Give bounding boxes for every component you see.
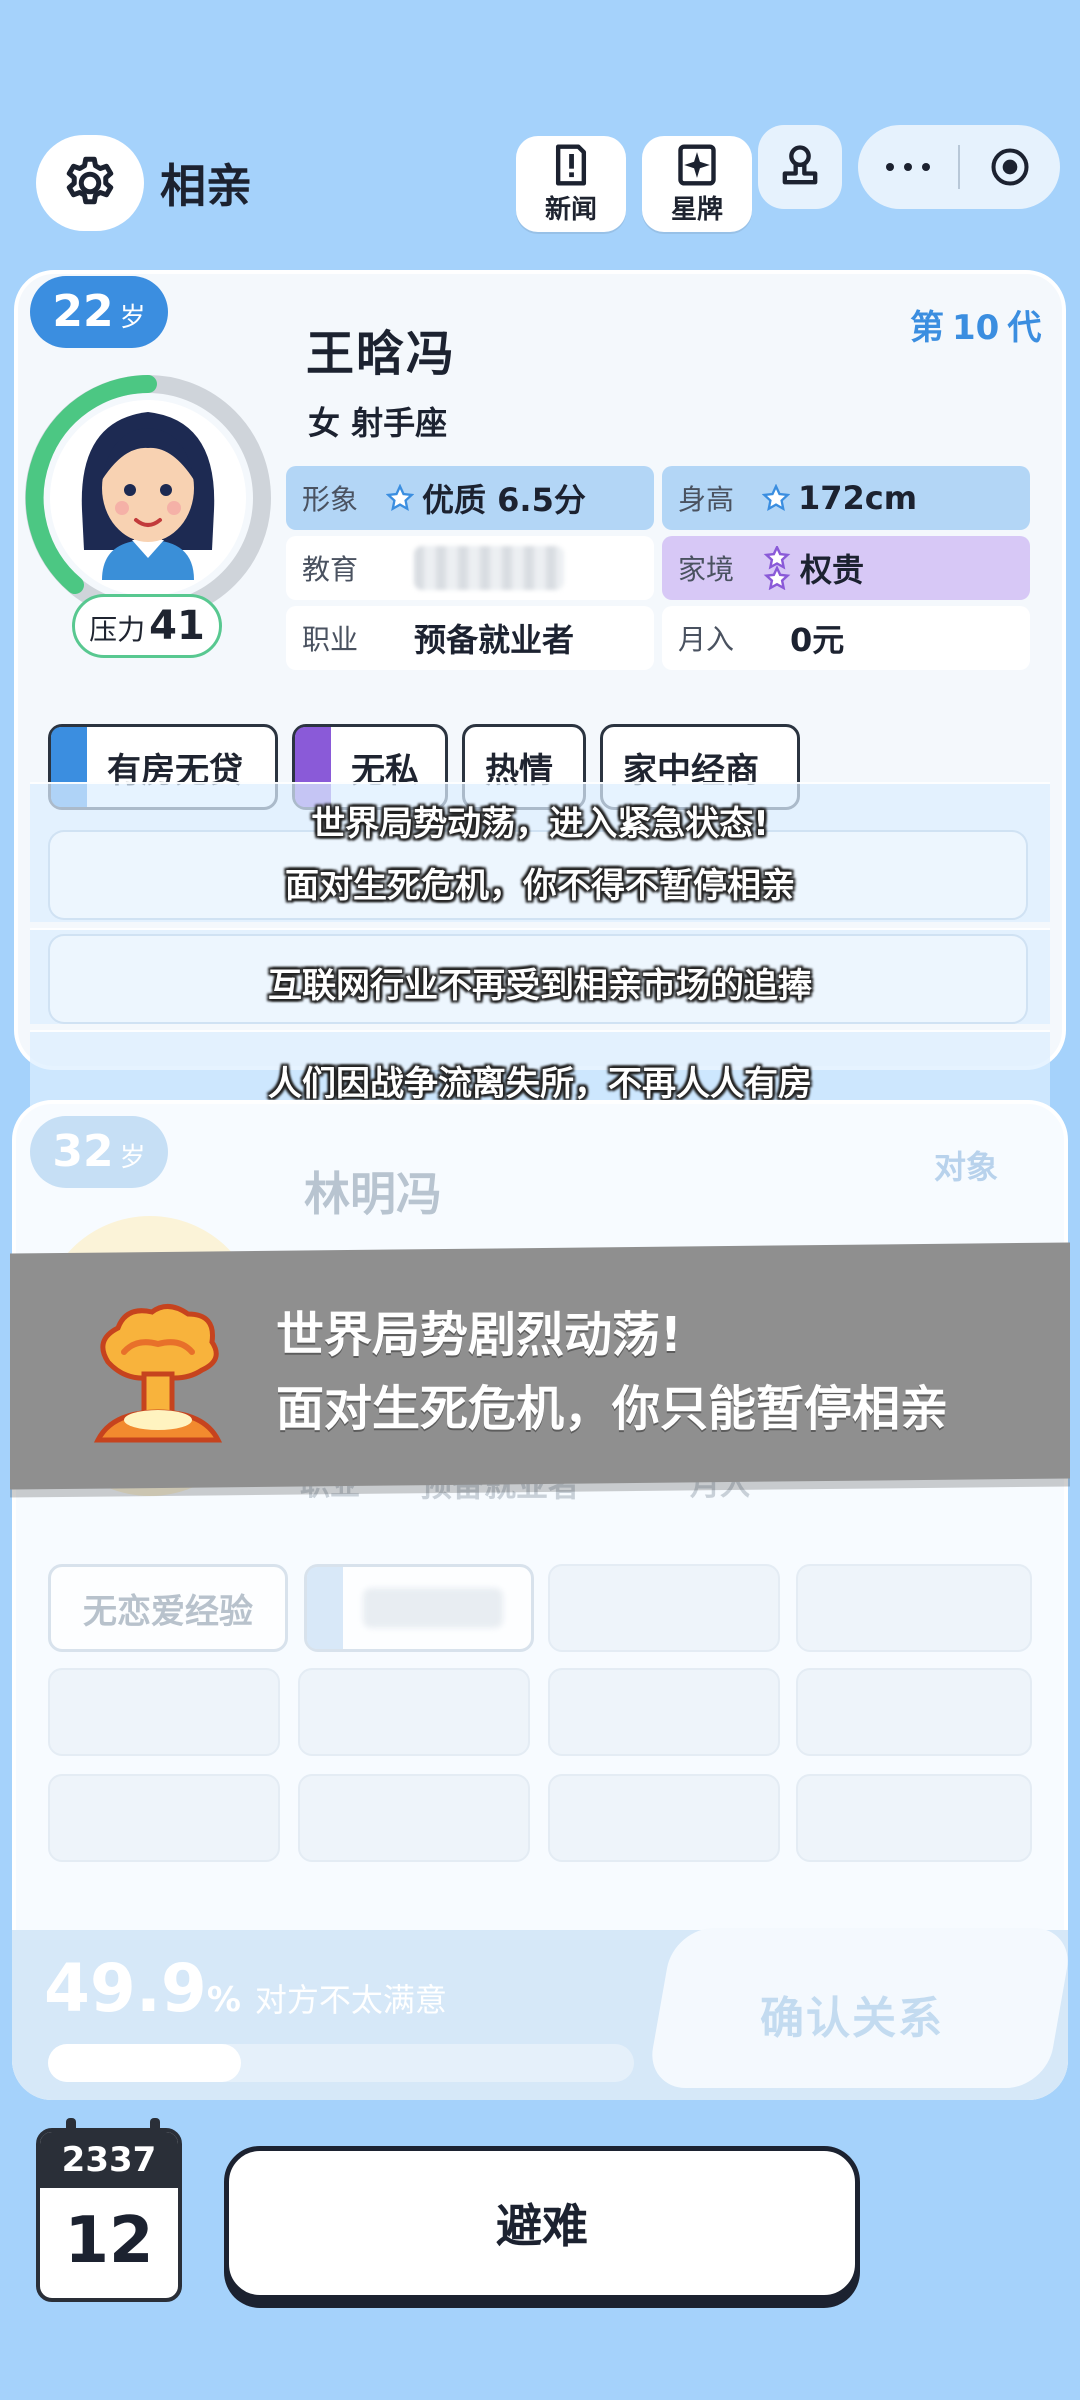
blurred-education-value — [414, 546, 564, 590]
settings-button[interactable] — [36, 135, 144, 231]
empty-tag-slot — [796, 1774, 1032, 1862]
match-percent-value: 49.9 — [44, 1950, 207, 2027]
star-icon — [386, 484, 414, 512]
partner-hidden-tag[interactable] — [304, 1564, 534, 1652]
star-icon — [762, 484, 790, 512]
more-dots-icon — [886, 163, 930, 171]
match-progress-fill — [48, 2044, 241, 2082]
more-button[interactable] — [858, 125, 958, 209]
news-label: 新闻 — [544, 194, 597, 225]
stat-income: 月入 0元 — [662, 606, 1030, 670]
age-value: 22 — [52, 286, 114, 337]
stat-label: 形象 — [302, 483, 359, 516]
match-percent-sign: % — [206, 1980, 241, 2020]
match-status: 对方不太满意 — [254, 1981, 447, 2019]
double-star-icon — [763, 546, 791, 590]
partner-trait-tag[interactable]: 无恋爱经验 — [48, 1564, 288, 1652]
stat-value: 权贵 — [800, 551, 865, 589]
stat-label: 身高 — [678, 483, 735, 516]
stat-value: 优质 6.5分 — [422, 481, 586, 519]
stamp-button[interactable] — [758, 125, 842, 209]
news-icon — [555, 143, 587, 186]
age-badge: 22 岁 — [30, 276, 168, 348]
partner-age-value: 32 — [52, 1126, 114, 1177]
empty-tag-slot — [298, 1774, 530, 1862]
mini-program-capsule — [858, 125, 1060, 209]
close-miniprogram-button[interactable] — [960, 125, 1060, 209]
stat-education: 教育 — [286, 536, 654, 600]
stat-label: 月入 — [678, 623, 735, 656]
generation-prefix: 第 — [910, 308, 944, 348]
empty-tag-slot — [48, 1668, 280, 1756]
partner-age-unit: 岁 — [119, 1143, 146, 1173]
stat-height: 身高 172cm — [662, 466, 1030, 530]
starcard-button[interactable]: 星牌 — [642, 136, 752, 232]
generation-label: 第 10 代 — [906, 300, 1045, 349]
stress-badge: 压力 41 — [72, 594, 222, 658]
gear-icon — [66, 156, 114, 205]
news-line: 世界局势动荡，进入紧急状态! — [311, 804, 769, 844]
news-line: 互联网行业不再受到相亲市场的追捧 — [268, 966, 812, 1006]
stat-value: 0元 — [790, 621, 845, 659]
empty-tag-slot — [48, 1774, 280, 1862]
starcard-icon — [678, 143, 716, 186]
stat-appearance: 形象 优质 6.5分 — [286, 466, 654, 530]
calendar-year: 2337 — [40, 2132, 178, 2188]
partner-name: 林明冯 — [304, 1167, 442, 1221]
empty-tag-slot — [796, 1668, 1032, 1756]
calendar: 2337 12 — [36, 2128, 182, 2302]
stat-label: 教育 — [302, 553, 359, 586]
news-line: 面对生死危机，你不得不暂停相亲 — [285, 866, 795, 906]
target-close-icon — [991, 148, 1029, 186]
stat-value: 预备就业者 — [414, 621, 575, 659]
news-button[interactable]: 新闻 — [516, 136, 626, 232]
calendar-day: 12 — [64, 2204, 154, 2278]
stat-job: 职业 预备就业者 — [286, 606, 654, 670]
take-shelter-button[interactable]: 避难 — [224, 2146, 860, 2300]
stat-label: 职业 — [302, 623, 359, 656]
blurred-tag-value — [363, 1588, 503, 1628]
stress-value: 41 — [149, 603, 205, 649]
tag-rank-strip — [307, 1567, 343, 1649]
crisis-message: 世界局势剧烈动荡! 面对生死危机，你只能暂停相亲 — [276, 1298, 948, 1446]
starcard-label: 星牌 — [670, 194, 723, 225]
partner-relation: 对象 — [934, 1148, 999, 1186]
partner-trait-tag-label: 无恋爱经验 — [83, 1591, 253, 1632]
crisis-line1: 世界局势剧烈动荡! — [276, 1307, 682, 1363]
stress-label: 压力 — [89, 613, 146, 646]
crisis-line2: 面对生死危机，你只能暂停相亲 — [276, 1381, 949, 1437]
avatar — [81, 412, 215, 580]
empty-tag-slot — [796, 1564, 1032, 1652]
empty-tag-slot — [548, 1774, 780, 1862]
partner-age-badge: 32 岁 — [30, 1116, 168, 1188]
stamp-icon — [782, 145, 818, 185]
stat-value: 172cm — [798, 479, 918, 517]
empty-tag-slot — [548, 1564, 780, 1652]
empty-tag-slot — [548, 1668, 780, 1756]
age-unit: 岁 — [119, 303, 146, 333]
empty-tag-slot — [298, 1668, 530, 1756]
stat-label: 家境 — [678, 553, 735, 586]
mushroom-cloud-icon — [93, 1304, 223, 1443]
generation-value: 10 — [952, 308, 1000, 348]
gender-zodiac: 女 射手座 — [308, 404, 448, 442]
match-percent: 49.9% 对方不太满意 — [44, 1950, 447, 2027]
news-line: 人们因战争流离失所，不再人人有房 — [268, 1064, 812, 1104]
confirm-relationship-label: 确认关系 — [760, 1993, 944, 2044]
stat-family: 家境 权贵 — [662, 536, 1030, 600]
profile-name: 王晗冯 — [306, 326, 457, 382]
page-title: 相亲 — [160, 159, 252, 213]
generation-suffix: 代 — [1007, 308, 1042, 348]
